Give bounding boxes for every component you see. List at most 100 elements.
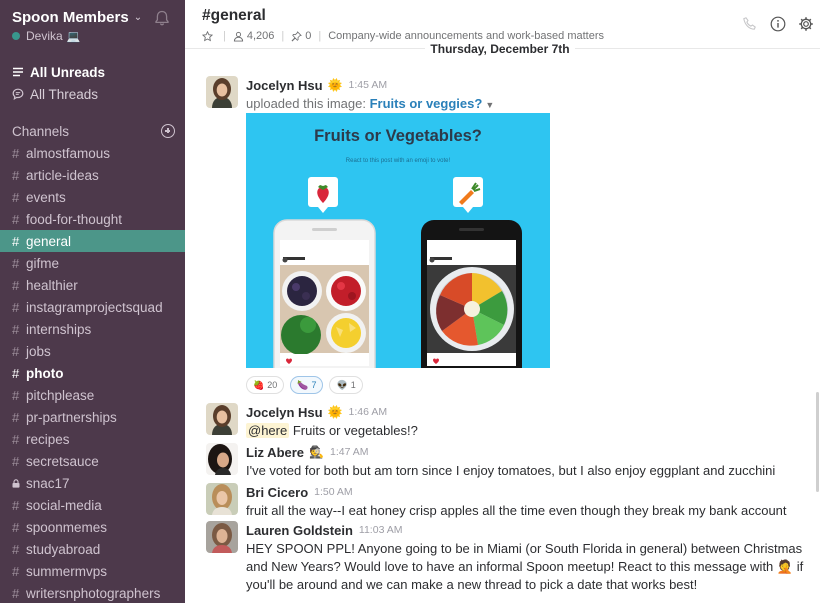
channel-title[interactable]: #general: [202, 7, 266, 25]
timestamp[interactable]: 1:46 AM: [349, 406, 388, 418]
all-unreads-link[interactable]: All Unreads: [0, 61, 185, 83]
reaction-count: 7: [311, 380, 317, 390]
channel-label: almostfamous: [26, 145, 111, 161]
sender-name[interactable]: Bri Cicero: [246, 485, 308, 500]
message-header: Liz Abere 🕵 1:47 AM: [246, 443, 369, 461]
avatar[interactable]: [206, 76, 238, 108]
sidebar-channel-social-media[interactable]: # social-media: [0, 494, 185, 516]
image-attachment[interactable]: Fruits or Vegetables? React to this post…: [246, 113, 550, 368]
sidebar-channel-instagramprojectsquad[interactable]: # instagramprojectsquad: [0, 296, 185, 318]
sidebar-channel-general[interactable]: # general: [0, 230, 185, 252]
reaction-pill[interactable]: 👽 1: [329, 376, 363, 394]
sidebar-channel-almostfamous[interactable]: # almostfamous: [0, 142, 185, 164]
caret-down-icon[interactable]: ▼: [485, 100, 494, 110]
bell-icon[interactable]: [153, 9, 171, 27]
message-header: Jocelyn Hsu 🌞 1:45 AM: [246, 76, 387, 94]
sidebar-channel-pitchplease[interactable]: # pitchplease: [0, 384, 185, 406]
sidebar-channel-snac17[interactable]: snac17: [0, 472, 185, 494]
sidebar-channel-internships[interactable]: # internships: [0, 318, 185, 340]
pinned-count[interactable]: 0: [305, 30, 311, 42]
message-body: HEY SPOON PPL! Anyone going to be in Mia…: [246, 540, 806, 594]
hash-icon: #: [12, 233, 20, 249]
message-body: @here Fruits or vegetables!?: [246, 422, 806, 440]
carrot-icon: [453, 177, 483, 213]
sender-name[interactable]: Jocelyn Hsu: [246, 78, 323, 93]
info-icon[interactable]: [770, 16, 786, 32]
channel-label: writersnphotographers: [26, 585, 161, 601]
sender-name[interactable]: Lauren Goldstein: [246, 523, 353, 538]
date-divider: Thursday, December 7th: [425, 41, 575, 58]
timestamp[interactable]: 11:03 AM: [359, 524, 403, 536]
timestamp[interactable]: 1:47 AM: [330, 446, 369, 458]
avatar[interactable]: [206, 443, 238, 475]
star-icon[interactable]: [202, 30, 213, 42]
reaction-emoji: 👽: [336, 379, 348, 390]
sender-name[interactable]: Liz Abere: [246, 445, 304, 460]
hash-icon: #: [12, 431, 20, 447]
member-icon[interactable]: [233, 31, 244, 42]
sidebar-channel-writersnphotographers[interactable]: # writersnphotographers: [0, 582, 185, 603]
sidebar-channel-recipes[interactable]: # recipes: [0, 428, 185, 450]
here-mention[interactable]: @here: [246, 423, 290, 438]
add-channel-icon[interactable]: [161, 124, 175, 138]
phone-icon[interactable]: [742, 16, 758, 32]
threads-icon: [12, 88, 24, 100]
channel-label: secretsauce: [26, 453, 99, 469]
reaction-pill[interactable]: 🍓 20: [246, 376, 285, 394]
message-scrollbar[interactable]: [816, 392, 819, 492]
sender-name[interactable]: Jocelyn Hsu: [246, 405, 323, 420]
presence-indicator: [12, 32, 20, 40]
avatar[interactable]: [206, 403, 238, 435]
sidebar-channel-healthier[interactable]: # healthier: [0, 274, 185, 296]
channels-label[interactable]: Channels: [12, 124, 69, 139]
header-toolbar: [730, 16, 814, 32]
message: Lauren Goldstein 11:03 AM HEY SPOON PPL!…: [185, 521, 815, 603]
message-header: Lauren Goldstein 11:03 AM: [246, 521, 403, 539]
sidebar-channel-jobs[interactable]: # jobs: [0, 340, 185, 362]
message-text: fruit all the way--I eat honey crisp app…: [246, 503, 787, 518]
channels-header[interactable]: Channels: [12, 121, 175, 141]
image-art: [273, 177, 522, 368]
team-name[interactable]: Spoon Members: [12, 9, 129, 26]
channel-label: gifme: [26, 255, 60, 271]
hash-icon: #: [12, 387, 20, 403]
hash-icon: #: [12, 255, 20, 271]
status-emoji: 🕵: [309, 445, 324, 459]
sidebar-channel-summermvps[interactable]: # summermvps: [0, 560, 185, 582]
timestamp[interactable]: 1:50 AM: [314, 486, 353, 498]
chevron-down-icon[interactable]: ⌄: [134, 12, 142, 23]
sidebar-channel-article-ideas[interactable]: # article-ideas: [0, 164, 185, 186]
user-name: Devika: [26, 29, 63, 43]
member-count[interactable]: 4,206: [247, 30, 275, 42]
sidebar-channel-events[interactable]: # events: [0, 186, 185, 208]
sidebar-channel-food-for-thought[interactable]: # food-for-thought: [0, 208, 185, 230]
meta-separator: |: [318, 30, 322, 42]
sidebar-channel-gifme[interactable]: # gifme: [0, 252, 185, 274]
sidebar-channel-studyabroad[interactable]: # studyabroad: [0, 538, 185, 560]
channel-label: photo: [26, 365, 64, 381]
sidebar-channel-photo[interactable]: # photo: [0, 362, 185, 384]
sidebar-channel-pr-partnerships[interactable]: # pr-partnerships: [0, 406, 185, 428]
lock-icon: [12, 478, 26, 488]
sidebar-channel-spoonmemes[interactable]: # spoonmemes: [0, 516, 185, 538]
file-link[interactable]: Fruits or veggies?: [370, 96, 483, 111]
gear-icon[interactable]: [798, 16, 814, 32]
channel-list: # almostfamous # article-ideas # events # food-…: [0, 142, 185, 603]
channel-label: snac17: [26, 475, 70, 491]
unreads-icon: [13, 67, 23, 77]
channel-label: pr-partnerships: [26, 409, 117, 425]
channel-label: food-for-thought: [26, 211, 123, 227]
reaction-pill[interactable]: 🍆 7: [290, 376, 324, 394]
avatar[interactable]: [206, 483, 238, 515]
all-threads-link[interactable]: All Threads: [0, 83, 185, 105]
channel-label: internships: [26, 321, 92, 337]
channel-label: recipes: [26, 431, 70, 447]
channel-label: general: [26, 233, 72, 249]
current-user[interactable]: Devika 💻: [12, 28, 80, 44]
hash-icon: #: [12, 321, 20, 337]
pin-icon[interactable]: [291, 30, 303, 42]
timestamp[interactable]: 1:45 AM: [349, 79, 388, 91]
team-menu[interactable]: Spoon Members ⌄: [12, 7, 175, 27]
sidebar-channel-secretsauce[interactable]: # secretsauce: [0, 450, 185, 472]
avatar[interactable]: [206, 521, 238, 553]
